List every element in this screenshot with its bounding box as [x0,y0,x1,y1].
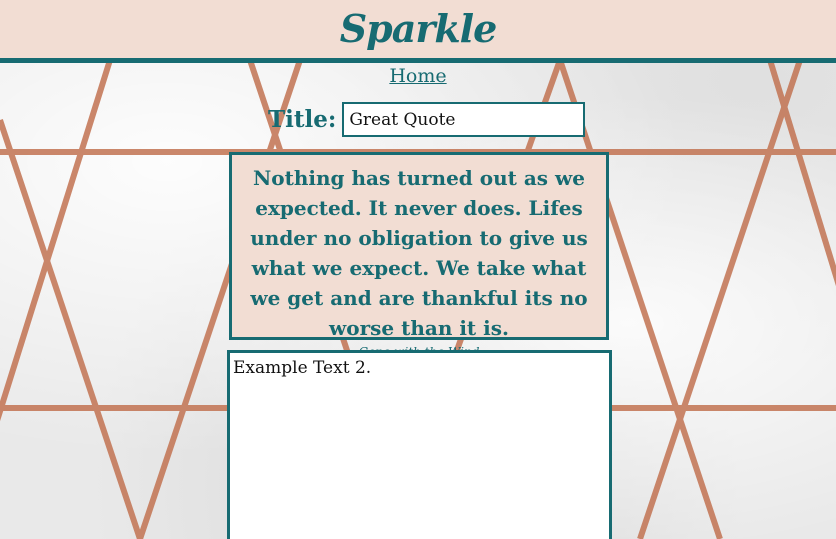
quote-text: Nothing has turned out as we expected. I… [250,166,588,340]
home-nav: Home [0,65,836,87]
text-editor[interactable]: Example Text 2. [227,350,612,539]
quote-card: Nothing has turned out as we expected. I… [229,152,609,359]
brand-logo[interactable]: Sparkle [340,6,498,51]
home-link[interactable]: Home [389,65,446,87]
title-row: Title: [268,102,586,137]
site-header: Sparkle [0,0,836,63]
title-label: Title: [268,106,337,133]
title-input[interactable] [342,102,586,137]
